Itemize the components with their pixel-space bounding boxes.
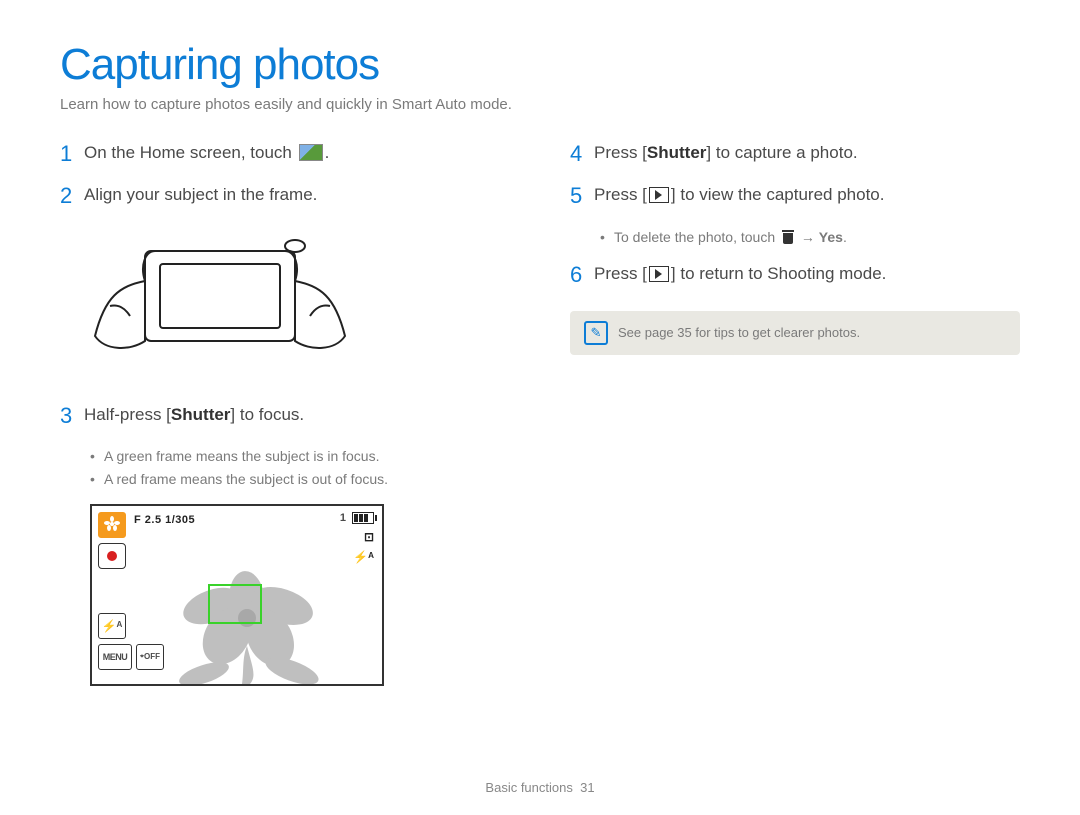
bullet-item: To delete the photo, touch → Yes. (600, 226, 1020, 248)
page-footer: Basic functions 31 (0, 780, 1080, 795)
yes-label: Yes (819, 229, 843, 245)
page-subtitle: Learn how to capture photos easily and q… (60, 96, 1020, 113)
step-number: 5 (570, 183, 594, 209)
step-number: 4 (570, 141, 594, 167)
note-icon: ✎ (584, 321, 608, 345)
trash-icon (782, 230, 794, 244)
off-label: OFF (144, 652, 160, 661)
camera-lcd-preview: ⚡ᴬ MENU ⌖OFF F 2.5 1/305 1 ⊡ ⚡ᴬ (90, 504, 384, 686)
footer-section: Basic functions (485, 780, 572, 795)
step-text: Press [ ] to view the captured photo. (594, 183, 1020, 207)
step-text-a: Press [ (594, 264, 647, 283)
step-text-a: On the Home screen, touch (84, 143, 297, 162)
tip-callout: ✎ See page 35 for tips to get clearer ph… (570, 311, 1020, 355)
manual-page: Capturing photos Learn how to capture ph… (0, 0, 1080, 686)
shutter-label: Shutter (171, 405, 231, 424)
lcd-right-icons: 1 ⊡ ⚡ᴬ (340, 512, 374, 564)
record-icon (98, 543, 126, 569)
step-text-a: Press [ (594, 185, 647, 204)
hands-holding-camera-illustration (90, 226, 510, 381)
macro-icon (98, 512, 126, 538)
step-3-bullets: A green frame means the subject is in fo… (90, 445, 510, 490)
step-text: On the Home screen, touch . (84, 141, 510, 165)
page-title: Capturing photos (60, 40, 1020, 90)
step-number: 6 (570, 262, 594, 288)
lcd-left-icons: ⚡ᴬ MENU ⌖OFF (98, 512, 164, 670)
smart-auto-icon (299, 144, 323, 161)
off-icon: ⌖OFF (136, 644, 164, 670)
step-text-b: . (325, 143, 330, 162)
step-text: Press [Shutter] to capture a photo. (594, 141, 1020, 165)
step-text-b: ] to capture a photo. (706, 143, 857, 162)
step-5: 5 Press [ ] to view the captured photo. (570, 183, 1020, 209)
left-column: 1 On the Home screen, touch . 2 Align yo… (60, 141, 510, 686)
shot-count-battery: 1 (340, 512, 374, 524)
step-1: 1 On the Home screen, touch . (60, 141, 510, 167)
tip-text: See page 35 for tips to get clearer phot… (618, 325, 860, 340)
shot-count: 1 (340, 512, 346, 524)
focus-rectangle (208, 584, 262, 624)
bullet-item: A green frame means the subject is in fo… (90, 445, 510, 467)
step-number: 2 (60, 183, 84, 209)
step-text-b: ] to view the captured photo. (671, 185, 885, 204)
step-3: 3 Half-press [Shutter] to focus. (60, 403, 510, 429)
step-5-bullets: To delete the photo, touch → Yes. (600, 226, 1020, 248)
step-text: Align your subject in the frame. (84, 183, 510, 207)
battery-icon (352, 512, 374, 524)
bullet-text-c: . (843, 229, 847, 245)
step-number: 1 (60, 141, 84, 167)
playback-icon (649, 187, 669, 203)
flash-auto-icon: ⚡ᴬ (353, 550, 374, 564)
step-2: 2 Align your subject in the frame. (60, 183, 510, 209)
stabilizer-icon: ⊡ (364, 530, 374, 544)
menu-icon: MENU (98, 644, 132, 670)
right-column: 4 Press [Shutter] to capture a photo. 5 … (570, 141, 1020, 686)
exposure-readout: F 2.5 1/305 (134, 514, 195, 526)
flash-auto-icon: ⚡ᴬ (98, 613, 126, 639)
step-text-a: Press [ (594, 143, 647, 162)
arrow-text: → (797, 229, 819, 245)
footer-page-number: 31 (580, 780, 594, 795)
step-text-a: Half-press [ (84, 405, 171, 424)
step-4: 4 Press [Shutter] to capture a photo. (570, 141, 1020, 167)
bullet-item: A red frame means the subject is out of … (90, 468, 510, 490)
bullet-text-a: To delete the photo, touch (614, 229, 779, 245)
step-text: Half-press [Shutter] to focus. (84, 403, 510, 427)
step-6: 6 Press [ ] to return to Shooting mode. (570, 262, 1020, 288)
step-text-b: ] to return to Shooting mode. (671, 264, 886, 283)
step-text: Press [ ] to return to Shooting mode. (594, 262, 1020, 286)
step-text-b: ] to focus. (230, 405, 304, 424)
content-columns: 1 On the Home screen, touch . 2 Align yo… (60, 141, 1020, 686)
shutter-label: Shutter (647, 143, 707, 162)
step-number: 3 (60, 403, 84, 429)
playback-icon (649, 266, 669, 282)
